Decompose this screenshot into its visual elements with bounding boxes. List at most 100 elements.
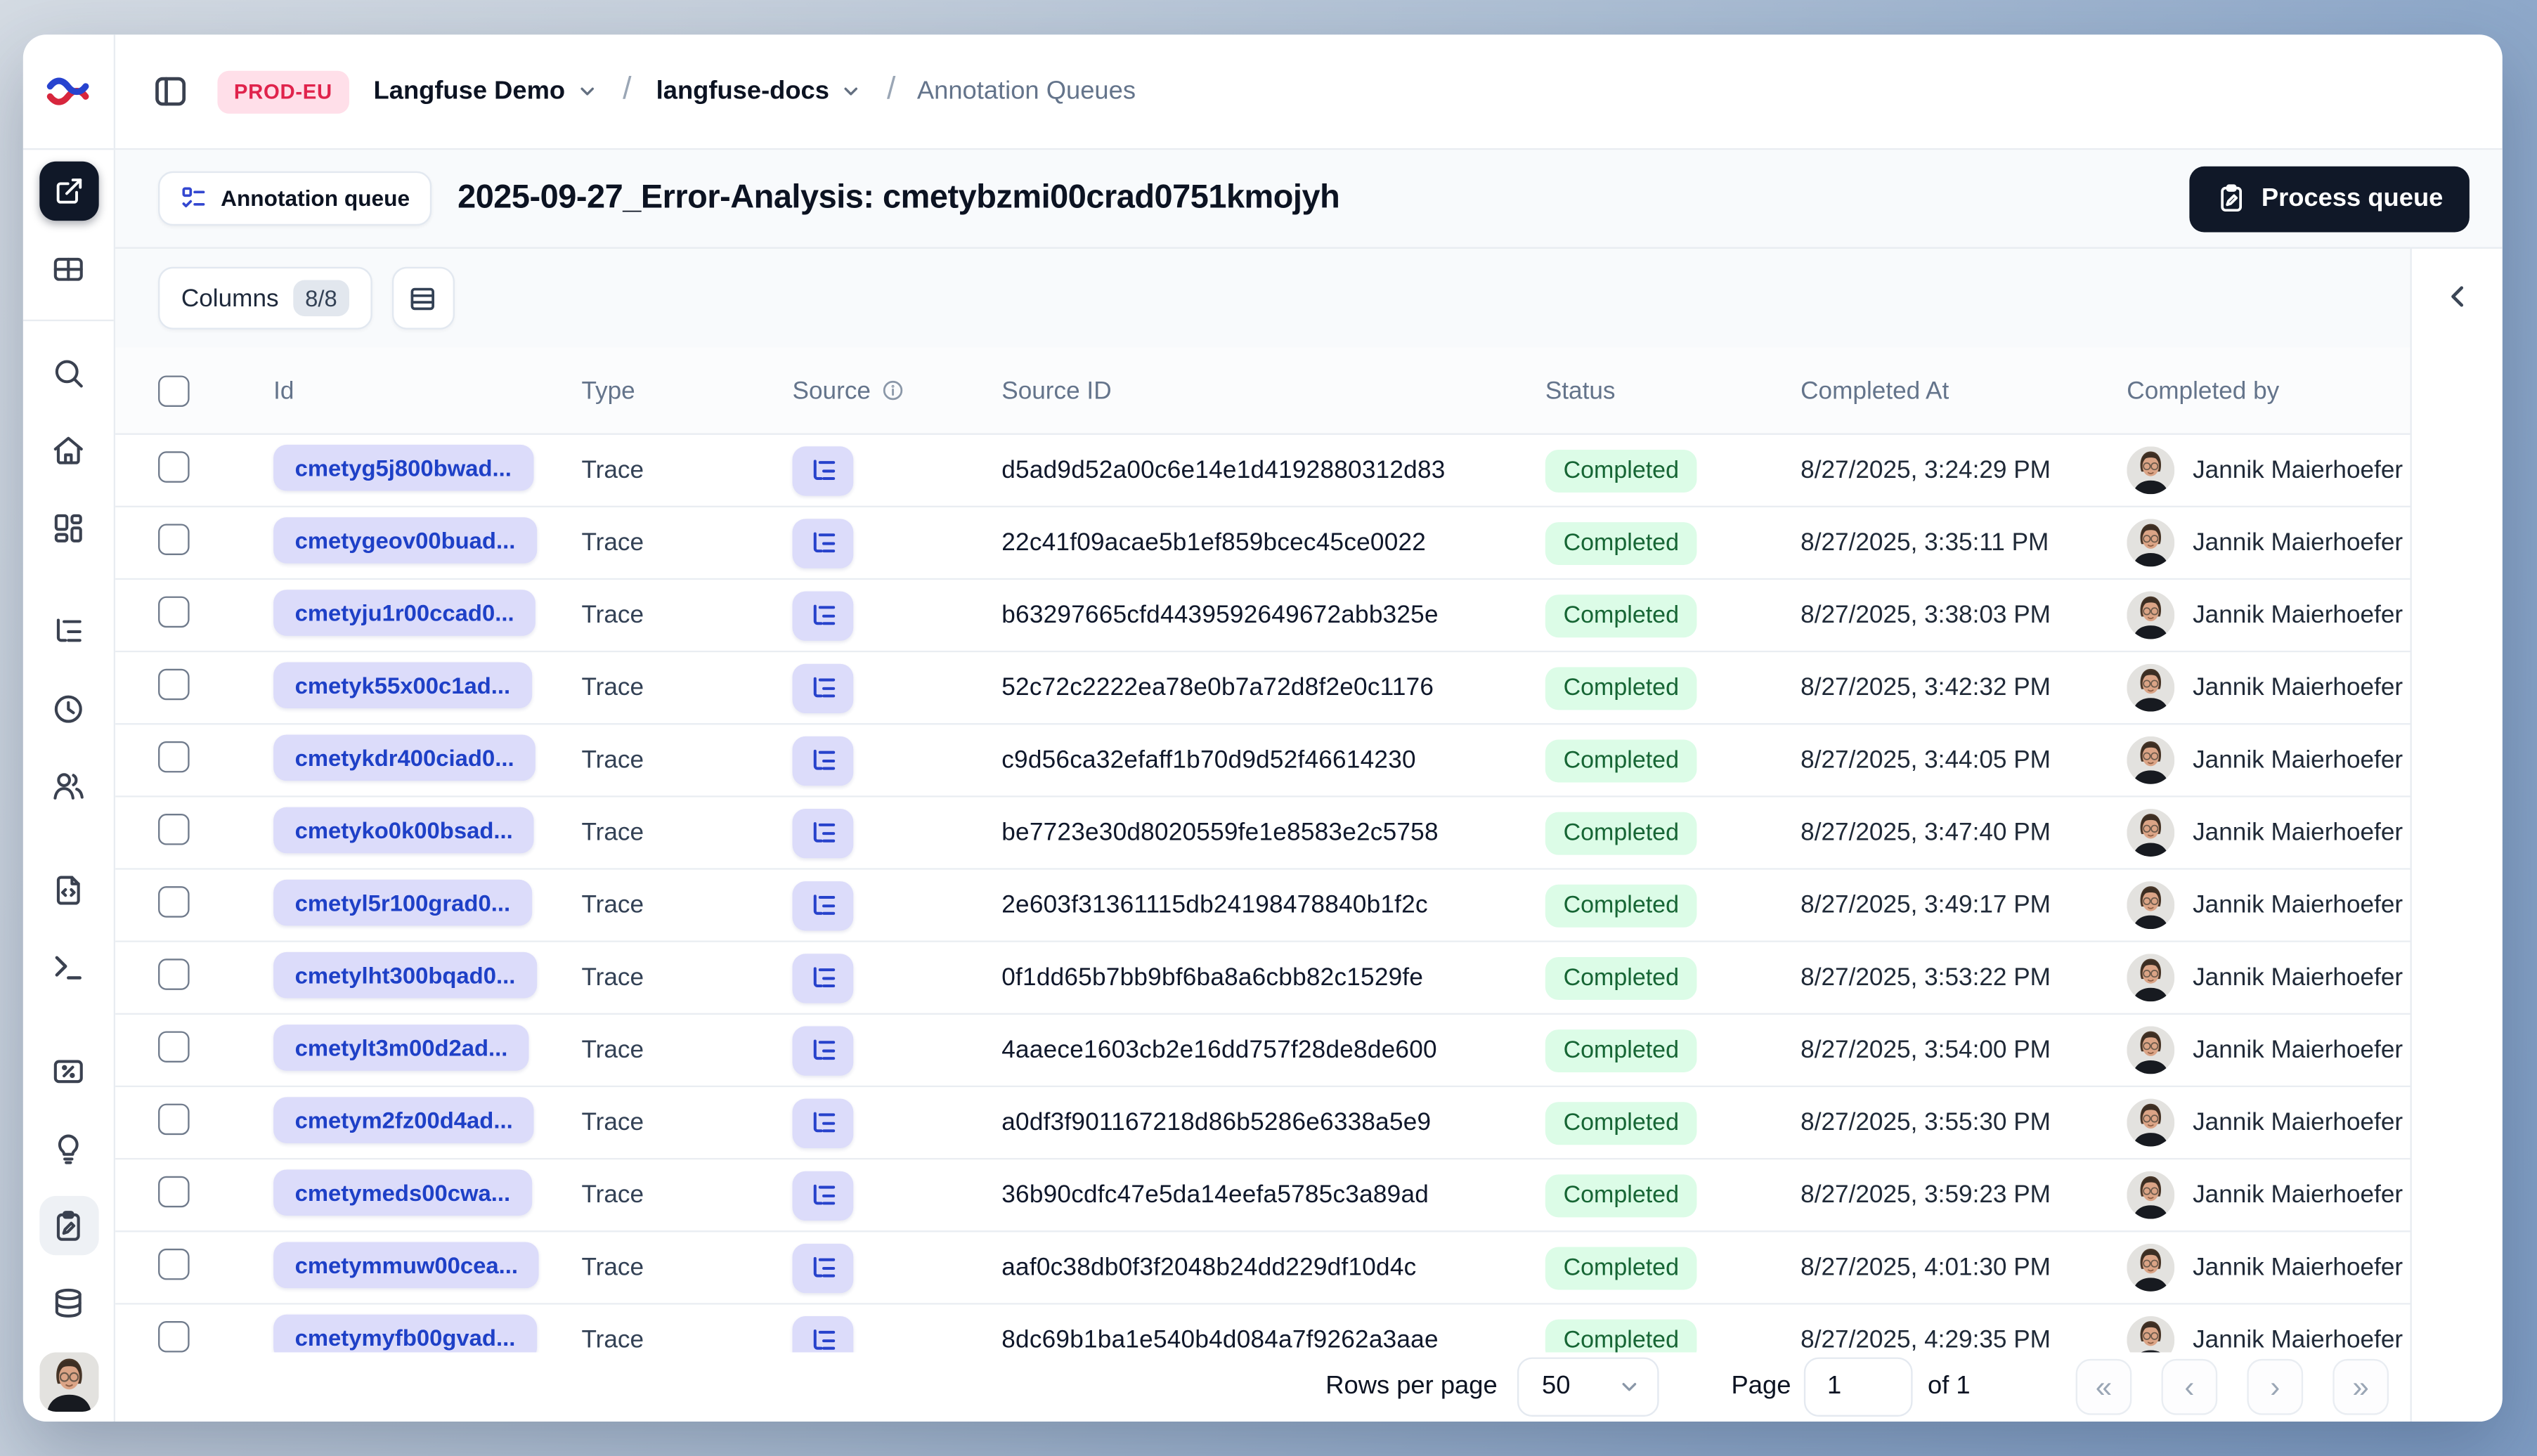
row-id-badge[interactable]: cmetym2fz00d4ad... <box>273 1096 535 1143</box>
trace-source-button[interactable] <box>792 518 854 568</box>
trace-source-button[interactable] <box>792 446 854 495</box>
sidebar-item-evaluation[interactable] <box>39 1041 98 1100</box>
column-header-completed-by[interactable]: Completed by <box>2127 377 2410 405</box>
row-checkbox[interactable] <box>158 668 190 701</box>
sidebar-item-home[interactable] <box>39 420 98 479</box>
sidebar-item-sessions[interactable] <box>39 679 98 738</box>
chevron-down-icon <box>845 87 858 96</box>
page-number-input[interactable] <box>1804 1357 1913 1417</box>
row-completed-at: 8/27/2025, 4:29:35 PM <box>1800 1326 2051 1353</box>
collapse-panel-button[interactable] <box>2436 275 2479 318</box>
row-checkbox[interactable] <box>158 1321 190 1353</box>
rows-per-page-select[interactable]: 50 <box>1517 1357 1659 1417</box>
row-checkbox[interactable] <box>158 741 190 773</box>
row-completed-at: 8/27/2025, 3:44:05 PM <box>1800 746 2051 774</box>
row-height-button[interactable] <box>391 266 455 330</box>
sidebar-item-prompts[interactable] <box>39 860 98 919</box>
select-all-checkbox[interactable] <box>158 375 190 406</box>
row-id-badge[interactable]: cmetymyfb00gvad... <box>273 1313 537 1353</box>
sidebar-item-annotation-queues[interactable] <box>39 1195 98 1256</box>
table-row[interactable]: cmetyko0k00bsad... Trace be7723e30d802055… <box>115 797 2411 870</box>
column-header-type[interactable]: Type <box>581 377 792 405</box>
row-checkbox[interactable] <box>158 451 190 483</box>
avatar <box>2127 446 2175 495</box>
table-row[interactable]: cmetylht300bqad0... Trace 0f1dd65b7bb9bf6… <box>115 942 2411 1015</box>
table-row[interactable]: cmetymyfb00gvad... Trace 8dc69b1ba1e540b4… <box>115 1304 2411 1353</box>
trace-source-button[interactable] <box>792 1315 854 1353</box>
sidebar-item-table-view[interactable] <box>39 239 98 298</box>
avatar <box>2127 519 2175 567</box>
last-page-button[interactable]: » <box>2332 1358 2389 1415</box>
sidebar-item-search[interactable] <box>39 343 98 402</box>
status-badge: Completed <box>1545 666 1697 710</box>
row-checkbox[interactable] <box>158 596 190 628</box>
table-row[interactable]: cmetylt3m00d2ad... Trace 4aaece1603cb2e16… <box>115 1015 2411 1088</box>
sidebar-item-datasets[interactable] <box>39 1273 98 1332</box>
breadcrumb: PROD-EU Langfuse Demo / langfuse-docs / … <box>115 34 2503 148</box>
row-id-badge[interactable]: cmetykdr400ciad0... <box>273 734 536 780</box>
sidebar-toggle-button[interactable] <box>145 66 196 117</box>
table-row[interactable]: cmetyju1r00ccad0... Trace b63297665cfd443… <box>115 580 2411 653</box>
row-checkbox[interactable] <box>158 1103 190 1136</box>
trace-source-button[interactable] <box>792 1098 854 1148</box>
row-checkbox[interactable] <box>158 814 190 845</box>
row-checkbox[interactable] <box>158 524 190 555</box>
column-header-source[interactable]: Source <box>793 377 1002 404</box>
row-checkbox[interactable] <box>158 1176 190 1208</box>
row-checkbox[interactable] <box>158 1248 190 1280</box>
process-queue-button[interactable]: Process queue <box>2188 165 2470 232</box>
sidebar-item-playground[interactable] <box>39 937 98 996</box>
row-select-cell <box>158 814 273 852</box>
first-page-button[interactable]: « <box>2075 1358 2132 1415</box>
sidebar-item-tracing[interactable] <box>39 602 98 661</box>
trace-source-button[interactable] <box>792 663 854 713</box>
project-switcher[interactable]: langfuse-docs <box>653 70 866 113</box>
column-header-completed-at[interactable]: Completed At <box>1800 377 2127 405</box>
row-id-badge[interactable]: cmetyko0k00bsad... <box>273 806 535 853</box>
previous-page-button[interactable]: ‹ <box>2161 1358 2218 1415</box>
trace-source-button[interactable] <box>792 590 854 640</box>
trace-source-button[interactable] <box>792 953 854 1003</box>
completed-by-name: Jannik Maierhoefer <box>2193 963 2403 992</box>
trace-source-button[interactable] <box>792 807 854 858</box>
sidebar-item-dashboards[interactable] <box>39 498 98 557</box>
row-id-badge[interactable]: cmetyg5j800bwad... <box>273 443 533 490</box>
row-id-badge[interactable]: cmetymeds00cwa... <box>273 1169 532 1215</box>
column-header-id[interactable]: Id <box>273 377 581 405</box>
row-id-badge[interactable]: cmetylht300bqad0... <box>273 951 537 998</box>
table-row[interactable]: cmetyk55x00c1ad... Trace 52c72c2222ea78e0… <box>115 652 2411 725</box>
next-page-button[interactable]: › <box>2247 1358 2304 1415</box>
trace-source-button[interactable] <box>792 1025 854 1075</box>
user-menu-avatar[interactable] <box>39 1352 98 1412</box>
row-checkbox[interactable] <box>158 886 190 918</box>
table-row[interactable]: cmetymeds00cwa... Trace 36b90cdfc47e5da14… <box>115 1159 2411 1233</box>
table-row[interactable]: cmetym2fz00d4ad... Trace a0df3f901167218d… <box>115 1087 2411 1160</box>
org-switcher[interactable]: Langfuse Demo <box>370 70 602 113</box>
columns-button[interactable]: Columns 8/8 <box>158 266 372 330</box>
row-id-badge[interactable]: cmetymmuw00cea... <box>273 1241 540 1287</box>
row-completed-by: Jannik Maierhoefer <box>2127 808 2410 857</box>
column-header-status[interactable]: Status <box>1545 377 1800 405</box>
sidebar-item-users[interactable] <box>39 756 98 815</box>
trace-source-button[interactable] <box>792 880 854 930</box>
column-header-source-id[interactable]: Source ID <box>1001 377 1545 405</box>
table-row[interactable]: cmetymmuw00cea... Trace aaf0c38db0f3f2048… <box>115 1232 2411 1305</box>
row-id-badge[interactable]: cmetyl5r100grad0... <box>273 878 532 925</box>
row-checkbox[interactable] <box>158 1031 190 1062</box>
row-checkbox[interactable] <box>158 958 190 990</box>
table-row[interactable]: cmetykdr400ciad0... Trace c9d56ca32efaff1… <box>115 724 2411 798</box>
table-row[interactable]: cmetygeov00buad... Trace 22c41f09acae5b1e… <box>115 507 2411 580</box>
sidebar-item-insights[interactable] <box>39 1119 98 1178</box>
trace-source-button[interactable] <box>792 1170 854 1220</box>
row-source-id: 8dc69b1ba1e540b4d084a7f9262a3aae <box>1001 1326 1439 1353</box>
table-row[interactable]: cmetyg5j800bwad... Trace d5ad9d52a00c6e14… <box>115 434 2411 507</box>
row-id-badge[interactable]: cmetyk55x00c1ad... <box>273 661 532 708</box>
page-label: Page <box>1731 1372 1791 1400</box>
row-id-badge[interactable]: cmetyju1r00ccad0... <box>273 589 536 635</box>
table-row[interactable]: cmetyl5r100grad0... Trace 2e603f31361115d… <box>115 869 2411 942</box>
trace-source-button[interactable] <box>792 735 854 785</box>
trace-source-button[interactable] <box>792 1242 854 1292</box>
row-id-badge[interactable]: cmetylt3m00d2ad... <box>273 1023 529 1070</box>
open-in-new-button[interactable] <box>39 161 98 221</box>
row-id-badge[interactable]: cmetygeov00buad... <box>273 516 537 563</box>
